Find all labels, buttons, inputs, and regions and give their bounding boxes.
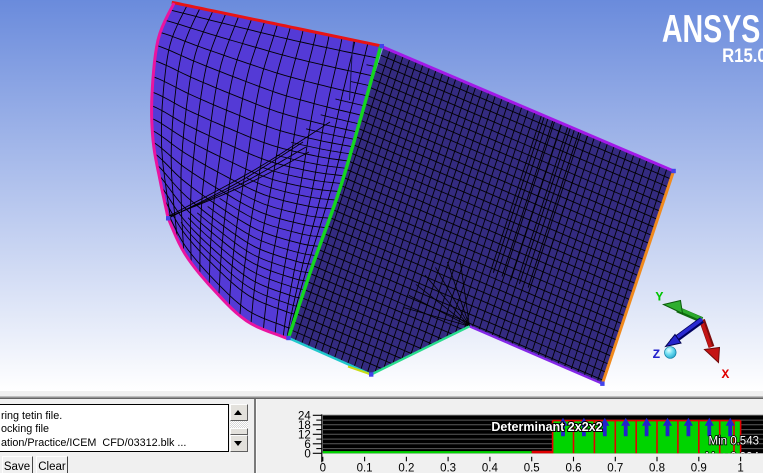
svg-text:0.4: 0.4 bbox=[482, 462, 499, 473]
svg-text:0.8: 0.8 bbox=[649, 462, 665, 473]
svg-text:0.6: 0.6 bbox=[566, 462, 582, 473]
svg-text:0.1: 0.1 bbox=[357, 462, 373, 473]
svg-text:0.3: 0.3 bbox=[440, 462, 456, 473]
svg-text:Determinant 2x2x2: Determinant 2x2x2 bbox=[491, 420, 602, 434]
svg-text:Min 0.543: Min 0.543 bbox=[708, 436, 759, 448]
svg-text:1: 1 bbox=[737, 462, 743, 473]
svg-text:0.2: 0.2 bbox=[398, 462, 414, 473]
svg-text:Max 0.994: Max 0.994 bbox=[705, 451, 759, 463]
svg-text:Z: Z bbox=[653, 347, 661, 362]
svg-text:X: X bbox=[722, 367, 730, 382]
svg-text:0.5: 0.5 bbox=[524, 462, 540, 473]
svg-text:0: 0 bbox=[320, 462, 326, 473]
svg-text:Y: Y bbox=[656, 290, 664, 305]
svg-text:0.7: 0.7 bbox=[607, 462, 623, 473]
svg-text:24: 24 bbox=[298, 410, 311, 422]
svg-text:0.9: 0.9 bbox=[691, 462, 707, 473]
